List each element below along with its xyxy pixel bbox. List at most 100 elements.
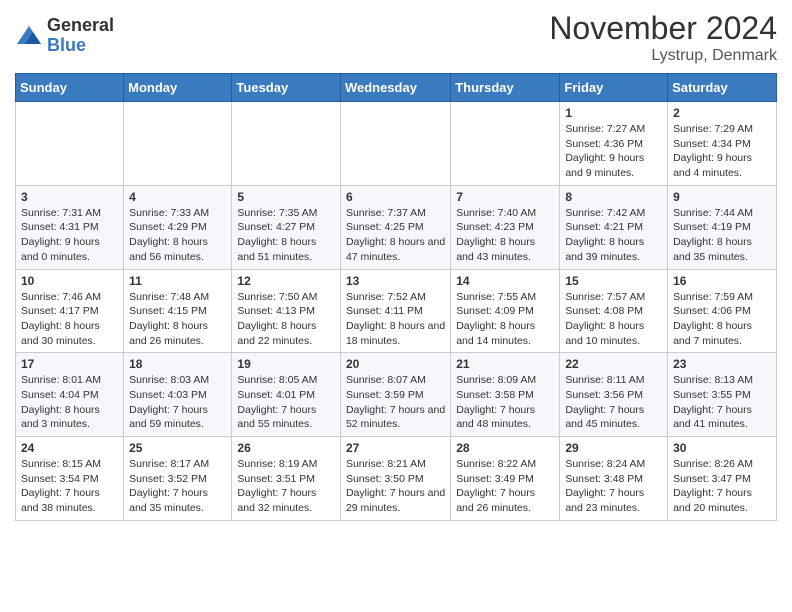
cell-3-0: 17Sunrise: 8:01 AM Sunset: 4:04 PM Dayli… [16, 353, 124, 437]
cell-2-2: 12Sunrise: 7:50 AM Sunset: 4:13 PM Dayli… [232, 269, 341, 353]
day-info-3-4: Sunrise: 8:09 AM Sunset: 3:58 PM Dayligh… [456, 373, 554, 432]
day-num-4-1: 25 [129, 441, 226, 455]
cell-2-0: 10 Sunrise: 7:46 AM Sunset: 4:17 PM Dayli… [16, 269, 124, 353]
cell-2-4: 14 Sunrise: 7:55 AM Sunset: 4:09 PM Dayli… [451, 269, 560, 353]
day-num-4-4: 28 [456, 441, 554, 455]
day-info-0-5: Sunrise: 7:27 AM Sunset: 4:36 PM Dayligh… [565, 122, 662, 181]
day-info-1-2: Sunrise: 7:35 AM Sunset: 4:27 PM Dayligh… [237, 206, 335, 265]
cell-4-6: 30Sunrise: 8:26 AM Sunset: 3:47 PM Dayli… [668, 437, 777, 521]
cell-1-5: 8 Sunrise: 7:42 AM Sunset: 4:21 PM Daylig… [560, 185, 668, 269]
cell-4-4: 28 Sunrise: 8:22 AM Sunset: 3:49 PM Dayli… [451, 437, 560, 521]
cell-1-2: 5 Sunrise: 7:35 AM Sunset: 4:27 PM Daylig… [232, 185, 341, 269]
cell-4-1: 25 Sunrise: 8:17 AM Sunset: 3:52 PM Dayli… [124, 437, 232, 521]
week-row-2: 10 Sunrise: 7:46 AM Sunset: 4:17 PM Dayli… [16, 269, 777, 353]
day-num-0-5: 1 [565, 106, 662, 120]
day-num-3-1: 18 [129, 357, 226, 371]
day-info-4-1: Sunrise: 8:17 AM Sunset: 3:52 PM Dayligh… [129, 457, 226, 516]
cell-4-3: 27Sunrise: 8:21 AM Sunset: 3:50 PM Dayli… [340, 437, 450, 521]
header-sunday: Sunday [16, 74, 124, 102]
day-num-1-1: 4 [129, 190, 226, 204]
month-title: November 2024 [549, 10, 777, 47]
cell-1-6: 9 Sunrise: 7:44 AM Sunset: 4:19 PM Daylig… [668, 185, 777, 269]
day-info-2-5: Sunrise: 7:57 AM Sunset: 4:08 PM Dayligh… [565, 290, 662, 349]
logo-blue-text: Blue [47, 36, 114, 56]
logo: General Blue [15, 16, 114, 56]
day-info-1-3: Sunrise: 7:37 AM Sunset: 4:25 PM Dayligh… [346, 206, 445, 265]
week-row-0: 1 Sunrise: 7:27 AM Sunset: 4:36 PM Daylig… [16, 102, 777, 186]
header-thursday: Thursday [451, 74, 560, 102]
day-info-0-6: Sunrise: 7:29 AM Sunset: 4:34 PM Dayligh… [673, 122, 771, 181]
cell-0-4 [451, 102, 560, 186]
cell-1-1: 4 Sunrise: 7:33 AM Sunset: 4:29 PM Daylig… [124, 185, 232, 269]
header-saturday: Saturday [668, 74, 777, 102]
day-num-2-3: 13 [346, 274, 445, 288]
day-num-1-5: 8 [565, 190, 662, 204]
day-num-2-6: 16 [673, 274, 771, 288]
day-info-3-2: Sunrise: 8:05 AM Sunset: 4:01 PM Dayligh… [237, 373, 335, 432]
day-info-4-3: Sunrise: 8:21 AM Sunset: 3:50 PM Dayligh… [346, 457, 445, 516]
day-info-2-0: Sunrise: 7:46 AM Sunset: 4:17 PM Dayligh… [21, 290, 118, 349]
cell-3-5: 22 Sunrise: 8:11 AM Sunset: 3:56 PM Dayli… [560, 353, 668, 437]
day-num-0-6: 2 [673, 106, 771, 120]
header: General Blue November 2024 Lystrup, Denm… [15, 10, 777, 65]
cell-2-6: 16 Sunrise: 7:59 AM Sunset: 4:06 PM Dayli… [668, 269, 777, 353]
cell-1-4: 7Sunrise: 7:40 AM Sunset: 4:23 PM Daylig… [451, 185, 560, 269]
day-num-3-6: 23 [673, 357, 771, 371]
week-row-1: 3 Sunrise: 7:31 AM Sunset: 4:31 PM Daylig… [16, 185, 777, 269]
day-info-3-3: Sunrise: 8:07 AM Sunset: 3:59 PM Dayligh… [346, 373, 445, 432]
cell-0-2 [232, 102, 341, 186]
logo-icon [15, 22, 43, 50]
day-num-1-3: 6 [346, 190, 445, 204]
day-num-3-5: 22 [565, 357, 662, 371]
day-num-1-4: 7 [456, 190, 554, 204]
day-num-4-0: 24 [21, 441, 118, 455]
cell-3-3: 20 Sunrise: 8:07 AM Sunset: 3:59 PM Dayli… [340, 353, 450, 437]
day-info-2-4: Sunrise: 7:55 AM Sunset: 4:09 PM Dayligh… [456, 290, 554, 349]
day-num-2-5: 15 [565, 274, 662, 288]
day-info-1-0: Sunrise: 7:31 AM Sunset: 4:31 PM Dayligh… [21, 206, 118, 265]
day-num-1-6: 9 [673, 190, 771, 204]
cell-1-0: 3 Sunrise: 7:31 AM Sunset: 4:31 PM Daylig… [16, 185, 124, 269]
cell-2-5: 15 Sunrise: 7:57 AM Sunset: 4:08 PM Dayli… [560, 269, 668, 353]
day-info-3-5: Sunrise: 8:11 AM Sunset: 3:56 PM Dayligh… [565, 373, 662, 432]
cell-1-3: 6 Sunrise: 7:37 AM Sunset: 4:25 PM Daylig… [340, 185, 450, 269]
week-row-4: 24 Sunrise: 8:15 AM Sunset: 3:54 PM Dayli… [16, 437, 777, 521]
cell-0-5: 1 Sunrise: 7:27 AM Sunset: 4:36 PM Daylig… [560, 102, 668, 186]
cell-4-0: 24 Sunrise: 8:15 AM Sunset: 3:54 PM Dayli… [16, 437, 124, 521]
cell-0-3 [340, 102, 450, 186]
header-wednesday: Wednesday [340, 74, 450, 102]
calendar: Sunday Monday Tuesday Wednesday Thursday… [15, 73, 777, 521]
day-info-4-4: Sunrise: 8:22 AM Sunset: 3:49 PM Dayligh… [456, 457, 554, 516]
day-num-4-2: 26 [237, 441, 335, 455]
day-info-1-5: Sunrise: 7:42 AM Sunset: 4:21 PM Dayligh… [565, 206, 662, 265]
cell-0-6: 2 Sunrise: 7:29 AM Sunset: 4:34 PM Daylig… [668, 102, 777, 186]
cell-4-5: 29Sunrise: 8:24 AM Sunset: 3:48 PM Dayli… [560, 437, 668, 521]
header-friday: Friday [560, 74, 668, 102]
day-info-4-0: Sunrise: 8:15 AM Sunset: 3:54 PM Dayligh… [21, 457, 118, 516]
day-num-3-3: 20 [346, 357, 445, 371]
day-num-1-0: 3 [21, 190, 118, 204]
day-num-3-2: 19 [237, 357, 335, 371]
day-info-4-5: Sunrise: 8:24 AM Sunset: 3:48 PM Dayligh… [565, 457, 662, 516]
day-num-3-4: 21 [456, 357, 554, 371]
day-info-1-6: Sunrise: 7:44 AM Sunset: 4:19 PM Dayligh… [673, 206, 771, 265]
day-info-4-6: Sunrise: 8:26 AM Sunset: 3:47 PM Dayligh… [673, 457, 771, 516]
cell-3-1: 18 Sunrise: 8:03 AM Sunset: 4:03 PM Dayli… [124, 353, 232, 437]
cell-0-1 [124, 102, 232, 186]
day-num-2-4: 14 [456, 274, 554, 288]
day-info-2-3: Sunrise: 7:52 AM Sunset: 4:11 PM Dayligh… [346, 290, 445, 349]
day-info-3-1: Sunrise: 8:03 AM Sunset: 4:03 PM Dayligh… [129, 373, 226, 432]
week-row-3: 17Sunrise: 8:01 AM Sunset: 4:04 PM Dayli… [16, 353, 777, 437]
title-section: November 2024 Lystrup, Denmark [549, 10, 777, 65]
day-num-2-0: 10 [21, 274, 118, 288]
logo-general-text: General [47, 16, 114, 36]
day-num-1-2: 5 [237, 190, 335, 204]
day-info-2-1: Sunrise: 7:48 AM Sunset: 4:15 PM Dayligh… [129, 290, 226, 349]
day-info-1-1: Sunrise: 7:33 AM Sunset: 4:29 PM Dayligh… [129, 206, 226, 265]
cell-3-6: 23Sunrise: 8:13 AM Sunset: 3:55 PM Dayli… [668, 353, 777, 437]
cell-0-0 [16, 102, 124, 186]
header-monday: Monday [124, 74, 232, 102]
day-info-2-6: Sunrise: 7:59 AM Sunset: 4:06 PM Dayligh… [673, 290, 771, 349]
day-num-3-0: 17 [21, 357, 118, 371]
cell-3-4: 21 Sunrise: 8:09 AM Sunset: 3:58 PM Dayli… [451, 353, 560, 437]
